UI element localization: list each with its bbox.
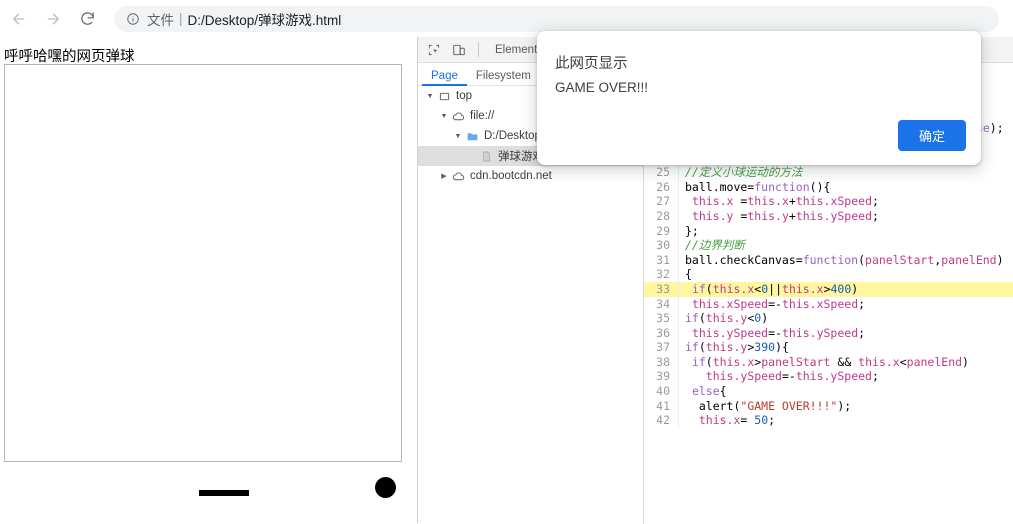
tree-item-label: D:/Desktop bbox=[484, 130, 541, 142]
code-line[interactable]: 40 else{ bbox=[644, 384, 1013, 399]
omnibox-scheme-label: 文件 bbox=[147, 12, 174, 28]
line-number[interactable]: 42 bbox=[644, 413, 679, 428]
code-text: if(this.x<0||this.x>400) bbox=[691, 281, 859, 296]
cloud-icon bbox=[450, 170, 466, 183]
line-number[interactable]: 35 bbox=[644, 311, 679, 326]
line-number[interactable]: 29 bbox=[644, 223, 679, 239]
line-number[interactable]: 28 bbox=[644, 208, 679, 224]
back-button[interactable] bbox=[4, 4, 34, 34]
code-text: if(this.y>390){ bbox=[685, 340, 789, 355]
line-number[interactable]: 32 bbox=[644, 267, 679, 282]
code-text: ball.move=function(){ bbox=[685, 179, 831, 194]
line-number[interactable]: 26 bbox=[644, 179, 679, 195]
navigator-tab-page[interactable]: Page bbox=[422, 70, 467, 86]
code-text: this.x =this.x+this.xSpeed; bbox=[691, 194, 879, 209]
code-text: }; bbox=[685, 223, 699, 238]
code-line[interactable]: 25 //定义小球运动的方法 bbox=[644, 165, 1013, 180]
code-line[interactable]: 29}; bbox=[644, 223, 1013, 239]
code-line[interactable]: 28 this.y =this.y+this.ySpeed; bbox=[644, 208, 1013, 224]
code-text: if(this.y<0) bbox=[685, 311, 769, 326]
code-line[interactable]: 37 if(this.y>390){ bbox=[644, 340, 1013, 355]
code-line[interactable]: 38 if(this.x>panelStart && this.x<panelE… bbox=[644, 354, 1013, 370]
alert-message: GAME OVER!!! bbox=[555, 80, 649, 95]
line-number[interactable]: 33 bbox=[644, 281, 679, 297]
game-paddle[interactable] bbox=[199, 490, 249, 496]
code-line[interactable]: 34 this.xSpeed=-this.xSpeed; bbox=[644, 296, 1013, 312]
tree-item-label: cdn.bootcdn.net bbox=[470, 170, 552, 182]
code-line[interactable]: 26 ball.move=function(){ bbox=[644, 179, 1013, 195]
line-number[interactable]: 38 bbox=[644, 354, 679, 370]
line-number[interactable]: 34 bbox=[644, 296, 679, 312]
line-number[interactable]: 36 bbox=[644, 325, 679, 341]
address-bar[interactable]: 文件 | D:/Desktop/弹球游戏.html bbox=[114, 5, 999, 32]
code-line[interactable]: 33 if(this.x<0||this.x>400) bbox=[644, 281, 1013, 297]
forward-arrow-icon bbox=[44, 10, 62, 28]
reload-icon bbox=[79, 10, 96, 27]
code-text: this.ySpeed=-this.ySpeed; bbox=[691, 325, 866, 340]
web-page-viewport: 呼呼哈嘿的网页弹球 bbox=[0, 37, 417, 523]
code-line[interactable]: 42 this.x= 50; bbox=[644, 413, 1013, 428]
chevron-down-icon[interactable]: ▼ bbox=[438, 113, 450, 120]
code-text: { bbox=[685, 267, 692, 282]
code-line[interactable]: 32 { bbox=[644, 267, 1013, 282]
code-line[interactable]: 31 ball.checkCanvas=function(panelStart,p… bbox=[644, 252, 1013, 268]
back-arrow-icon bbox=[10, 10, 28, 28]
tree-item-label: top bbox=[456, 90, 472, 102]
line-number[interactable]: 40 bbox=[644, 384, 679, 399]
code-line[interactable]: 27 this.x =this.x+this.xSpeed; bbox=[644, 194, 1013, 209]
reload-button[interactable] bbox=[72, 4, 102, 34]
line-number[interactable]: 27 bbox=[644, 194, 679, 209]
omnibox-url: D:/Desktop/弹球游戏.html bbox=[187, 12, 342, 28]
page-title: 呼呼哈嘿的网页弹球 bbox=[4, 49, 135, 65]
frame-icon bbox=[436, 91, 452, 102]
code-text: //边界判断 bbox=[685, 238, 745, 253]
forward-button[interactable] bbox=[38, 4, 68, 34]
file-icon bbox=[478, 150, 494, 163]
navigator-tab-filesystem[interactable]: Filesystem bbox=[467, 70, 540, 85]
chevron-down-icon[interactable]: ▼ bbox=[452, 133, 464, 140]
alert-ok-button[interactable]: 确定 bbox=[898, 120, 966, 151]
code-text: this.y =this.y+this.ySpeed; bbox=[691, 208, 879, 223]
omnibox-separator: | bbox=[179, 11, 183, 26]
code-line[interactable]: 41 alert("GAME OVER!!!"); bbox=[644, 398, 1013, 414]
toolbar-divider bbox=[478, 42, 479, 57]
line-number[interactable]: 25 bbox=[644, 165, 679, 180]
info-circle-icon[interactable] bbox=[126, 12, 140, 26]
game-ball bbox=[374, 476, 396, 498]
code-text: this.x= 50; bbox=[698, 413, 776, 428]
line-number[interactable]: 31 bbox=[644, 252, 679, 268]
alert-heading: 此网页显示 bbox=[555, 56, 628, 72]
code-line[interactable]: 36 this.ySpeed=-this.ySpeed; bbox=[644, 325, 1013, 341]
line-number[interactable]: 41 bbox=[644, 398, 679, 414]
javascript-alert-dialog: 此网页显示 GAME OVER!!! 确定 bbox=[537, 31, 981, 165]
code-line[interactable]: 35 if(this.y<0) bbox=[644, 311, 1013, 326]
cloud-icon bbox=[450, 110, 466, 123]
code-text: if(this.x>panelStart && this.x<panelEnd) bbox=[691, 354, 969, 369]
tree-item-label: file:// bbox=[470, 110, 495, 122]
code-text: alert("GAME OVER!!!"); bbox=[685, 398, 852, 413]
code-text: else{ bbox=[691, 384, 727, 399]
chevron-down-icon[interactable]: ▼ bbox=[424, 93, 436, 100]
code-text: ball.checkCanvas=function(panelStart,pan… bbox=[685, 252, 1004, 267]
inspect-element-icon[interactable] bbox=[421, 39, 446, 61]
tree-item[interactable]: ▶ cdn.bootcdn.net bbox=[418, 166, 643, 186]
line-number[interactable]: 39 bbox=[644, 369, 679, 385]
game-canvas[interactable] bbox=[4, 64, 402, 462]
code-text: this.xSpeed=-this.xSpeed; bbox=[691, 296, 866, 311]
line-number[interactable]: 30 bbox=[644, 238, 679, 253]
code-line[interactable]: 39 this.ySpeed=-this.ySpeed; bbox=[644, 369, 1013, 385]
code-text: //定义小球运动的方法 bbox=[685, 165, 803, 180]
code-text: this.ySpeed=-this.ySpeed; bbox=[705, 369, 879, 384]
code-line[interactable]: 30 //边界判断 bbox=[644, 238, 1013, 253]
device-toolbar-icon[interactable] bbox=[446, 39, 471, 61]
folder-icon bbox=[464, 130, 480, 143]
chevron-right-icon[interactable]: ▶ bbox=[438, 172, 450, 180]
line-number[interactable]: 37 bbox=[644, 340, 679, 355]
